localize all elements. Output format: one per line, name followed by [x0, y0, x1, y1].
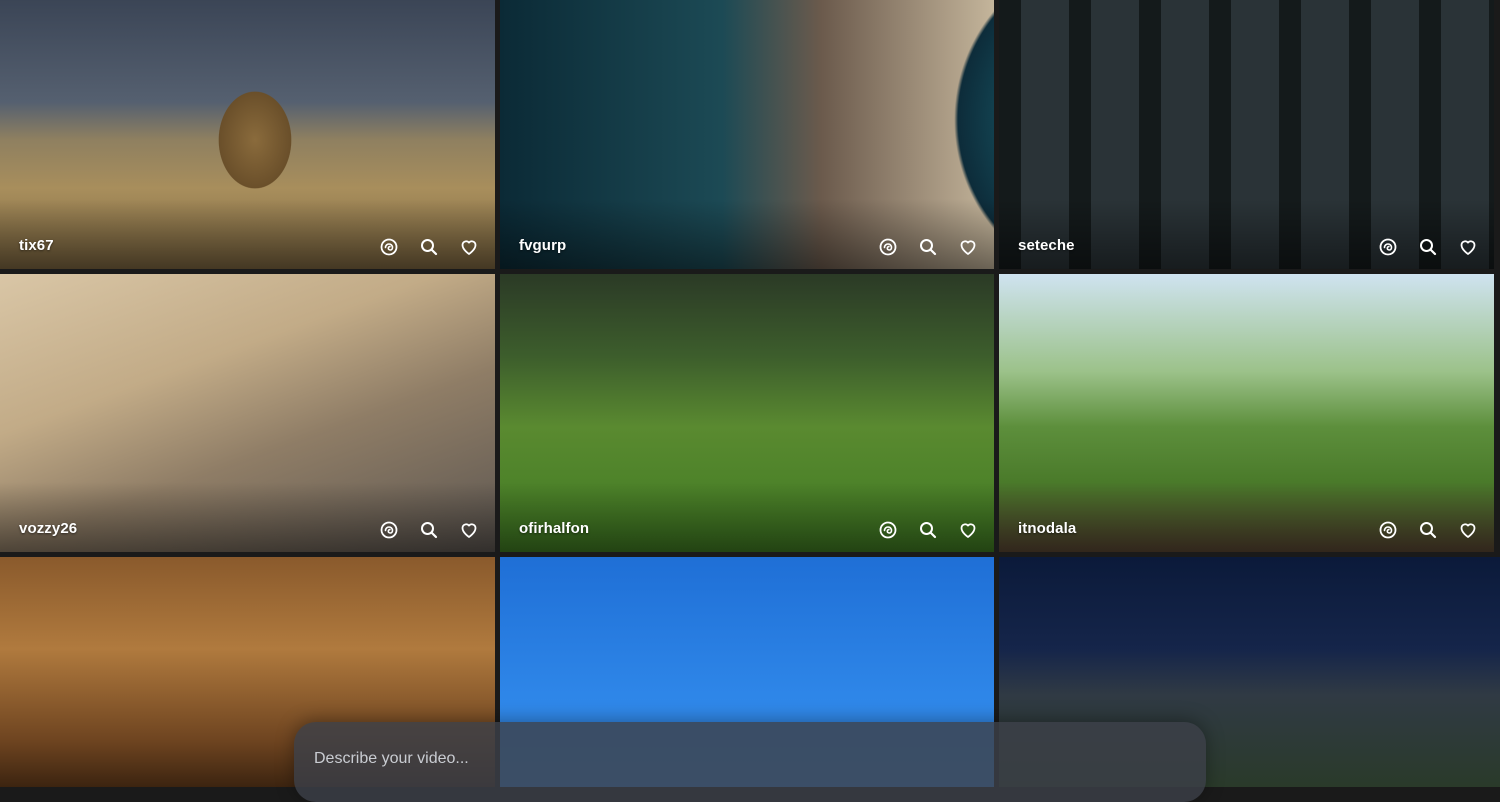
video-tile[interactable]: fvgurp	[500, 0, 994, 269]
video-tile[interactable]: ofirhalfon	[500, 274, 994, 552]
remix-icon[interactable]	[379, 237, 399, 257]
creator-username[interactable]: tix67	[19, 237, 54, 254]
heart-icon[interactable]	[1458, 237, 1478, 257]
search-icon[interactable]	[918, 237, 938, 257]
heart-icon[interactable]	[459, 237, 479, 257]
video-prompt-input[interactable]	[312, 744, 1176, 774]
heart-icon[interactable]	[459, 520, 479, 540]
video-tile[interactable]: tix67	[0, 0, 495, 269]
video-tile[interactable]: itnodala	[999, 274, 1494, 552]
tile-actions	[878, 237, 978, 257]
video-tile[interactable]: vozzy26	[0, 274, 495, 552]
remix-icon[interactable]	[1378, 520, 1398, 540]
search-icon[interactable]	[918, 520, 938, 540]
search-icon[interactable]	[1418, 237, 1438, 257]
tile-actions	[1378, 237, 1478, 257]
tile-actions	[1378, 520, 1478, 540]
remix-icon[interactable]	[878, 237, 898, 257]
remix-icon[interactable]	[878, 520, 898, 540]
search-icon[interactable]	[419, 520, 439, 540]
heart-icon[interactable]	[958, 237, 978, 257]
heart-icon[interactable]	[958, 520, 978, 540]
creator-username[interactable]: seteche	[1018, 237, 1075, 254]
tile-actions	[878, 520, 978, 540]
search-icon[interactable]	[419, 237, 439, 257]
creator-username[interactable]: vozzy26	[19, 520, 77, 537]
video-tile[interactable]: seteche	[999, 0, 1494, 269]
creator-username[interactable]: fvgurp	[519, 237, 566, 254]
remix-icon[interactable]	[379, 520, 399, 540]
remix-icon[interactable]	[1378, 237, 1398, 257]
creator-username[interactable]: ofirhalfon	[519, 520, 589, 537]
tile-actions	[379, 237, 479, 257]
heart-icon[interactable]	[1458, 520, 1478, 540]
prompt-bar	[294, 722, 1206, 802]
search-icon[interactable]	[1418, 520, 1438, 540]
creator-username[interactable]: itnodala	[1018, 520, 1076, 537]
tile-actions	[379, 520, 479, 540]
video-feed-grid: tix67 fvgurp seteche vozzy26 ofirhalfon …	[0, 0, 1500, 787]
